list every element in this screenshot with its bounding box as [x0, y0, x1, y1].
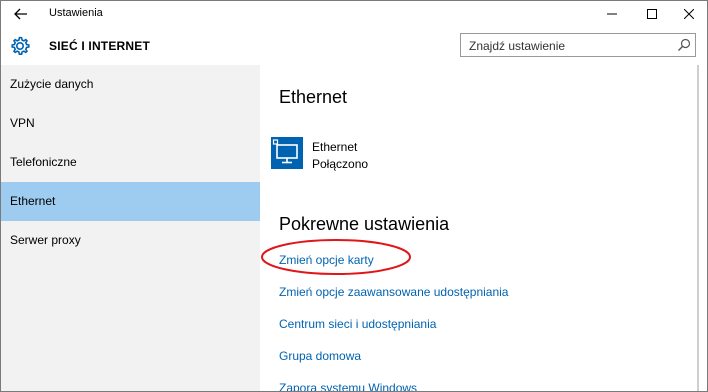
minimize-button[interactable]: [595, 1, 629, 27]
sidebar-item-ethernet[interactable]: Ethernet: [1, 182, 260, 221]
title-bar: Ustawienia: [1, 1, 707, 27]
search-input[interactable]: Znajdź ustawienie: [460, 33, 696, 57]
main-content: Ethernet Ethernet Połączono Pokrewne ust…: [260, 65, 697, 391]
connection-name[interactable]: Ethernet: [312, 140, 357, 154]
section-heading-related: Pokrewne ustawienia: [279, 214, 450, 234]
link-windows-firewall[interactable]: Zapora systemu Windows: [279, 381, 417, 391]
link-network-sharing-center[interactable]: Centrum sieci i udostępniania: [279, 317, 436, 331]
close-button[interactable]: [672, 1, 706, 27]
section-heading-ethernet: Ethernet: [279, 87, 348, 107]
gear-icon: [11, 36, 30, 55]
sidebar: Zużycie danych VPN Telefoniczne Ethernet…: [1, 65, 260, 391]
link-change-adapter-options[interactable]: Zmień opcje karty: [279, 253, 374, 267]
link-homegroup[interactable]: Grupa domowa: [279, 349, 361, 363]
search-placeholder: Znajdź ustawienie: [469, 39, 566, 53]
close-icon: [684, 9, 694, 19]
settings-window: Ustawienia SIEĆ I INTERNET Znajdź ustawi…: [0, 0, 708, 392]
minimize-icon: [607, 13, 617, 15]
arrow-left-icon: [14, 8, 27, 20]
maximize-button[interactable]: [635, 1, 669, 27]
search-icon: [678, 38, 691, 51]
scrollbar[interactable]: [697, 65, 699, 391]
sidebar-item-vpn[interactable]: VPN: [1, 104, 260, 143]
window-title: Ustawienia: [49, 7, 103, 19]
maximize-icon: [647, 9, 657, 19]
ethernet-monitor-icon[interactable]: [271, 137, 303, 169]
sidebar-item-proxy[interactable]: Serwer proxy: [1, 221, 260, 260]
connection-status: Połączono: [312, 157, 369, 171]
link-advanced-sharing[interactable]: Zmień opcje zaawansowane udostępniania: [279, 285, 508, 299]
sidebar-item-dial-up[interactable]: Telefoniczne: [1, 143, 260, 182]
page-title: SIEĆ I INTERNET: [49, 39, 151, 53]
back-button[interactable]: [7, 3, 35, 25]
sidebar-item-data-usage[interactable]: Zużycie danych: [1, 65, 260, 104]
